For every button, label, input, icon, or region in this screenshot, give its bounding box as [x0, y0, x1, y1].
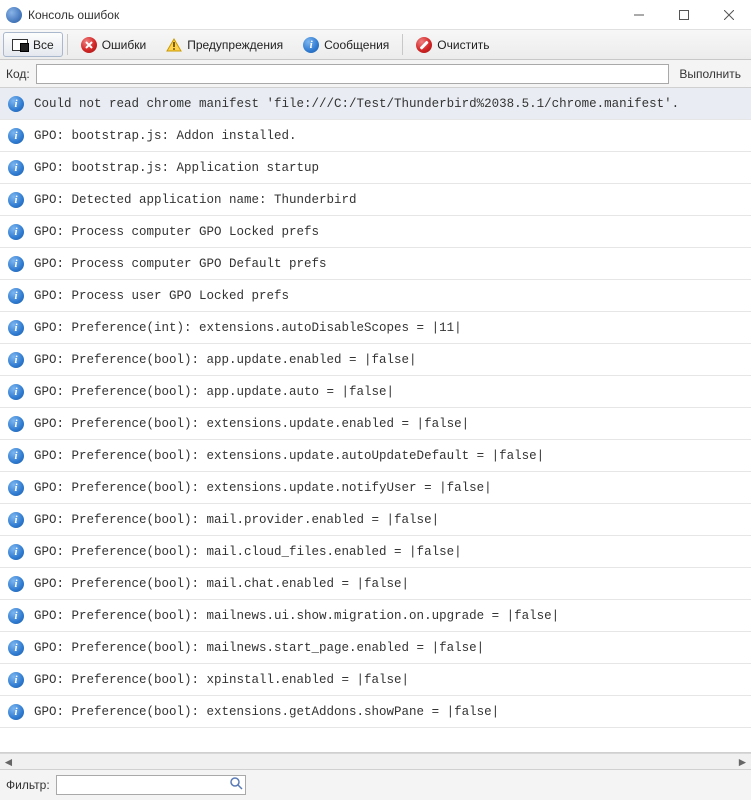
message-row[interactable]: GPO: Preference(bool): mail.cloud_files.… — [0, 536, 751, 568]
message-row[interactable]: GPO: Preference(bool): app.update.enable… — [0, 344, 751, 376]
message-text: GPO: Preference(bool): extensions.update… — [34, 481, 492, 495]
message-text: GPO: Process user GPO Locked prefs — [34, 289, 289, 303]
filter-input[interactable] — [56, 775, 246, 795]
code-bar: Код: Выполнить — [0, 60, 751, 88]
message-text: GPO: Preference(bool): mailnews.ui.show.… — [34, 609, 559, 623]
info-icon — [8, 704, 24, 720]
toolbar-all-label: Все — [33, 38, 54, 52]
message-text: GPO: Preference(bool): mail.provider.ena… — [34, 513, 439, 527]
info-icon — [8, 448, 24, 464]
message-text: GPO: Preference(bool): mail.cloud_files.… — [34, 545, 462, 559]
toolbar-separator — [67, 34, 68, 55]
all-icon — [12, 39, 28, 51]
toolbar-messages-label: Сообщения — [324, 38, 389, 52]
message-row[interactable]: GPO: Detected application name: Thunderb… — [0, 184, 751, 216]
info-icon — [8, 672, 24, 688]
scroll-left-icon: ◄ — [0, 754, 17, 769]
message-text: GPO: Preference(bool): mail.chat.enabled… — [34, 577, 409, 591]
info-icon — [8, 256, 24, 272]
code-label: Код: — [6, 67, 30, 81]
filter-input-wrap — [56, 775, 246, 795]
message-row[interactable]: GPO: Process computer GPO Default prefs — [0, 248, 751, 280]
horizontal-scrollbar[interactable]: ◄ ► — [0, 753, 751, 770]
message-text: GPO: Preference(bool): mailnews.start_pa… — [34, 641, 484, 655]
toolbar-messages-button[interactable]: Сообщения — [294, 32, 398, 57]
message-row[interactable]: GPO: Process computer GPO Locked prefs — [0, 216, 751, 248]
toolbar-warnings-label: Предупреждения — [187, 38, 283, 52]
info-icon — [8, 544, 24, 560]
info-icon — [8, 576, 24, 592]
message-row[interactable]: GPO: Preference(bool): extensions.update… — [0, 440, 751, 472]
message-row[interactable]: GPO: Preference(bool): app.update.auto =… — [0, 376, 751, 408]
toolbar-warnings-button[interactable]: Предупреждения — [157, 32, 292, 57]
info-icon — [8, 224, 24, 240]
titlebar: Консоль ошибок — [0, 0, 751, 30]
info-icon — [8, 128, 24, 144]
message-text: GPO: Preference(bool): extensions.update… — [34, 449, 544, 463]
toolbar-clear-label: Очистить — [437, 38, 489, 52]
message-row[interactable]: GPO: Preference(bool): mailnews.ui.show.… — [0, 600, 751, 632]
info-icon — [8, 96, 24, 112]
warning-icon — [166, 38, 182, 52]
message-text: GPO: Preference(bool): app.update.enable… — [34, 353, 417, 367]
window-title: Консоль ошибок — [28, 8, 616, 22]
toolbar: Все Ошибки Предупреждения Сообщения Очис… — [0, 30, 751, 60]
info-icon — [8, 288, 24, 304]
message-row[interactable]: GPO: Preference(bool): mail.provider.ena… — [0, 504, 751, 536]
message-list[interactable]: Could not read chrome manifest 'file:///… — [0, 88, 751, 753]
message-row[interactable]: GPO: Preference(bool): extensions.getAdd… — [0, 696, 751, 728]
message-text: GPO: Preference(bool): app.update.auto =… — [34, 385, 394, 399]
message-row[interactable]: GPO: Preference(bool): mail.chat.enabled… — [0, 568, 751, 600]
message-text: GPO: Preference(bool): extensions.update… — [34, 417, 469, 431]
message-text: GPO: Preference(bool): xpinstall.enabled… — [34, 673, 409, 687]
info-icon — [8, 384, 24, 400]
message-row[interactable]: GPO: Preference(bool): xpinstall.enabled… — [0, 664, 751, 696]
info-icon — [8, 416, 24, 432]
info-icon — [8, 192, 24, 208]
message-row[interactable]: GPO: bootstrap.js: Addon installed. — [0, 120, 751, 152]
message-text: GPO: Process computer GPO Locked prefs — [34, 225, 319, 239]
info-icon — [8, 352, 24, 368]
message-text: Could not read chrome manifest 'file:///… — [34, 97, 679, 111]
info-icon — [8, 160, 24, 176]
message-row[interactable]: GPO: Preference(int): extensions.autoDis… — [0, 312, 751, 344]
app-icon — [6, 7, 22, 23]
info-icon — [8, 480, 24, 496]
message-text: GPO: bootstrap.js: Application startup — [34, 161, 319, 175]
code-input[interactable] — [36, 64, 670, 84]
message-text: GPO: bootstrap.js: Addon installed. — [34, 129, 297, 143]
message-row[interactable]: Could not read chrome manifest 'file:///… — [0, 88, 751, 120]
close-button[interactable] — [706, 0, 751, 29]
toolbar-errors-label: Ошибки — [102, 38, 147, 52]
window-controls — [616, 0, 751, 29]
info-icon — [8, 640, 24, 656]
toolbar-separator — [402, 34, 403, 55]
info-icon — [8, 512, 24, 528]
toolbar-clear-button[interactable]: Очистить — [407, 32, 498, 57]
message-text: GPO: Preference(int): extensions.autoDis… — [34, 321, 462, 335]
message-text: GPO: Detected application name: Thunderb… — [34, 193, 357, 207]
filter-label: Фильтр: — [6, 778, 50, 792]
clear-icon — [416, 37, 432, 53]
info-icon — [8, 608, 24, 624]
message-text: GPO: Process computer GPO Default prefs — [34, 257, 327, 271]
toolbar-all-button[interactable]: Все — [3, 32, 63, 57]
execute-button[interactable]: Выполнить — [675, 65, 745, 83]
toolbar-errors-button[interactable]: Ошибки — [72, 32, 156, 57]
message-row[interactable]: GPO: Process user GPO Locked prefs — [0, 280, 751, 312]
info-icon — [8, 320, 24, 336]
filter-bar: Фильтр: — [0, 770, 751, 800]
maximize-button[interactable] — [661, 0, 706, 29]
message-row[interactable]: GPO: bootstrap.js: Application startup — [0, 152, 751, 184]
message-row[interactable]: GPO: Preference(bool): extensions.update… — [0, 472, 751, 504]
message-row[interactable]: GPO: Preference(bool): extensions.update… — [0, 408, 751, 440]
minimize-button[interactable] — [616, 0, 661, 29]
scroll-right-icon: ► — [734, 754, 751, 769]
message-row[interactable]: GPO: Preference(bool): mailnews.start_pa… — [0, 632, 751, 664]
message-text: GPO: Preference(bool): extensions.getAdd… — [34, 705, 499, 719]
error-icon — [81, 37, 97, 53]
info-icon — [303, 37, 319, 53]
